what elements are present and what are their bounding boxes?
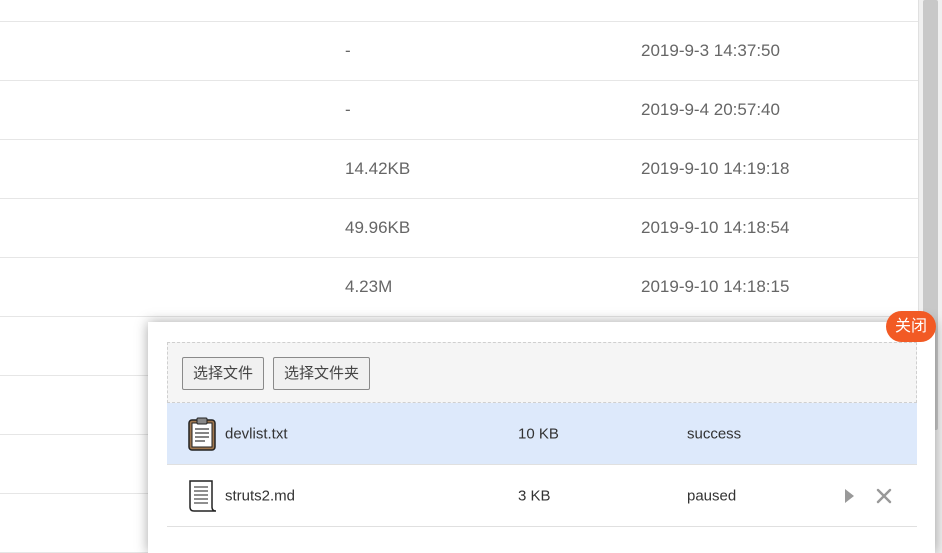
modified-date: 2019-9-3 14:37:50 (641, 41, 780, 60)
upload-dropzone[interactable]: 选择文件 选择文件夹 (167, 342, 917, 403)
select-file-button[interactable]: 选择文件 (182, 357, 264, 390)
file-size: 49.96KB (345, 218, 411, 237)
clipboard-icon (187, 417, 217, 451)
modified-date: 2019-9-10 14:18:54 (641, 218, 790, 237)
upload-panel: 选择文件 选择文件夹 devlist.txt 10 KB success str… (148, 322, 935, 553)
table-row[interactable] (0, 0, 918, 22)
remove-close-icon[interactable] (874, 486, 894, 506)
table-row[interactable]: - 2019-9-3 14:37:50 (0, 22, 918, 81)
file-size: 3 KB (518, 487, 551, 504)
table-row[interactable]: - 2019-9-4 20:57:40 (0, 81, 918, 140)
file-size: - (345, 100, 351, 119)
upload-status: success (687, 425, 742, 442)
modified-date: 2019-9-10 14:19:18 (641, 159, 790, 178)
file-size: 10 KB (518, 425, 559, 442)
document-icon (187, 479, 217, 513)
file-name: struts2.md (225, 487, 296, 504)
upload-status: paused (687, 487, 737, 504)
select-folder-button[interactable]: 选择文件夹 (273, 357, 370, 390)
modified-date: 2019-9-10 14:18:15 (641, 277, 790, 296)
modified-date: 2019-9-4 20:57:40 (641, 100, 780, 119)
file-size: - (345, 41, 351, 60)
table-row[interactable]: 14.42KB 2019-9-10 14:19:18 (0, 140, 918, 199)
table-row[interactable]: 49.96KB 2019-9-10 14:18:54 (0, 199, 918, 258)
table-row[interactable]: 4.23M 2019-9-10 14:18:15 (0, 258, 918, 317)
upload-file-row[interactable]: devlist.txt 10 KB success (167, 403, 917, 465)
resume-play-icon[interactable] (843, 488, 857, 504)
file-size: 14.42KB (345, 159, 411, 178)
close-upload-button[interactable]: 关闭 (886, 311, 936, 342)
upload-file-row[interactable]: struts2.md 3 KB paused (167, 465, 917, 527)
file-name: devlist.txt (225, 425, 288, 442)
file-size: 4.23M (345, 277, 393, 296)
